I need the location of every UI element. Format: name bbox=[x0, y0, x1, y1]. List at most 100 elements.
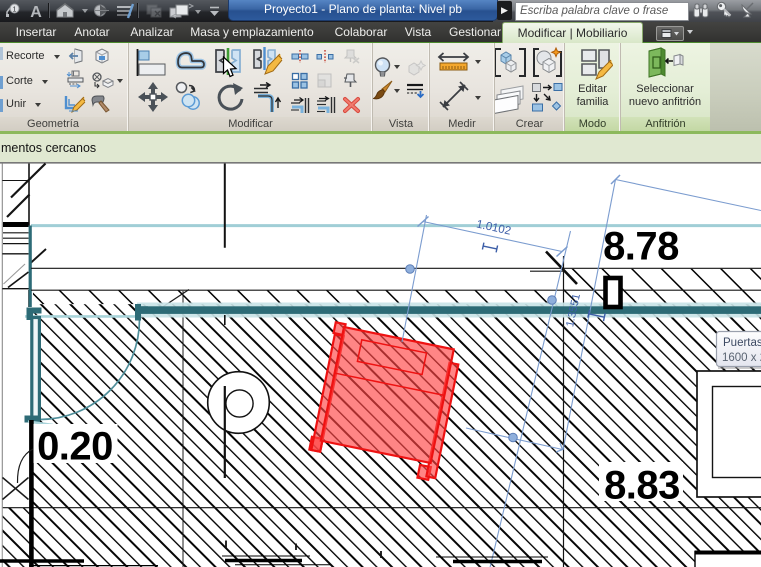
beam-cope-icon[interactable] bbox=[65, 70, 86, 89]
dropdown-arrow-icon[interactable] bbox=[117, 79, 123, 83]
copy-tool-icon[interactable] bbox=[175, 81, 205, 111]
panel-separator bbox=[429, 43, 430, 131]
panel-caption-geometria[interactable]: Geometría bbox=[0, 117, 128, 131]
default-3d-view-icon[interactable] bbox=[55, 2, 89, 19]
wall-end-nub bbox=[139, 306, 148, 311]
align-tool-icon[interactable] bbox=[134, 48, 167, 77]
dropdown-arrow-icon[interactable] bbox=[82, 9, 88, 13]
ribbon-minimize-button[interactable] bbox=[656, 26, 684, 41]
demolish-target-icon[interactable] bbox=[91, 72, 114, 90]
revit-window: 1 A bbox=[0, 0, 761, 567]
dropdown-arrow-icon[interactable] bbox=[475, 60, 481, 64]
panel-separator bbox=[128, 43, 129, 131]
switch-windows-icon[interactable] bbox=[168, 2, 204, 20]
split-with-gap-icon[interactable] bbox=[316, 49, 334, 64]
search-input[interactable]: Escriba palabra clave o frase bbox=[515, 2, 689, 21]
dropdown-arrow-icon[interactable] bbox=[195, 10, 201, 14]
view-lightbulb-icon[interactable] bbox=[374, 57, 391, 79]
edit-profile-icon[interactable] bbox=[64, 94, 87, 114]
dropdown-arrow-icon[interactable] bbox=[35, 103, 41, 107]
create-similar-icon[interactable] bbox=[531, 46, 564, 79]
search-icon[interactable] bbox=[692, 2, 710, 19]
communication-center-icon[interactable] bbox=[740, 1, 757, 18]
dropdown-arrow-icon[interactable] bbox=[54, 55, 60, 59]
tab-colaborar[interactable]: Colaborar bbox=[324, 22, 398, 43]
text-tool-icon[interactable]: A bbox=[28, 3, 44, 19]
pick-new-host-button[interactable]: Seleccionarnuevo anfitrión bbox=[620, 83, 710, 109]
section-marker-icon[interactable] bbox=[93, 3, 110, 18]
attach-hammer-icon[interactable] bbox=[89, 93, 113, 113]
ribbon: Recorte Corte Unir bbox=[0, 43, 761, 131]
insulation-icon[interactable] bbox=[492, 82, 528, 115]
measure-tape-icon[interactable] bbox=[437, 52, 470, 72]
trim-extend-icon[interactable] bbox=[252, 82, 284, 114]
tab-modificar-mobiliario[interactable]: Modificar | Mobiliario bbox=[502, 22, 643, 44]
column-rect[interactable] bbox=[606, 278, 621, 307]
close-hidden-windows-icon[interactable] bbox=[145, 3, 165, 19]
copy-to-clipboard-icon[interactable] bbox=[531, 82, 564, 113]
unir-button[interactable]: Unir bbox=[6, 99, 41, 111]
panel-caption-anfitrion[interactable]: Anfitrión bbox=[621, 117, 710, 131]
dropdown-arrow-icon[interactable] bbox=[42, 80, 48, 84]
delete-icon[interactable] bbox=[342, 96, 361, 114]
edit-family-icon[interactable] bbox=[580, 48, 613, 80]
panel-separator bbox=[564, 43, 565, 131]
move-tool-icon[interactable] bbox=[137, 81, 169, 113]
pin-icon[interactable] bbox=[343, 71, 360, 89]
panel-caption-medir[interactable]: Medir bbox=[430, 117, 494, 131]
paste-geometry-icon[interactable] bbox=[66, 48, 85, 64]
dropdown-arrow-icon[interactable] bbox=[475, 96, 481, 100]
infocenter-expand-button[interactable]: ▶ bbox=[497, 1, 512, 20]
tab-insertar[interactable]: Insertar bbox=[8, 22, 64, 43]
render-icon[interactable] bbox=[406, 59, 426, 76]
dropdown-arrow-icon[interactable] bbox=[394, 89, 400, 93]
dropdown-arrow-icon[interactable] bbox=[394, 65, 400, 69]
corte-icon[interactable] bbox=[0, 76, 3, 89]
spot-text-020[interactable]: 0.20 bbox=[37, 424, 113, 468]
tab-masa-y-emplazamiento[interactable]: Masa y emplazamiento bbox=[182, 22, 322, 43]
panel-caption-modo[interactable]: Modo bbox=[565, 117, 620, 131]
bottom-right-element[interactable] bbox=[697, 371, 761, 497]
thin-lines-icon[interactable] bbox=[115, 3, 135, 19]
floor-plan-view: 8.78 8.83 0.20 bbox=[0, 162, 761, 567]
panel-separator bbox=[620, 43, 621, 131]
ribbon-options-arrow-icon[interactable] bbox=[687, 30, 693, 34]
drawing-area[interactable]: 8.78 8.83 0.20 bbox=[0, 162, 761, 567]
align-multiple-icon[interactable] bbox=[316, 96, 336, 114]
split-element-icon[interactable] bbox=[291, 49, 309, 64]
recorte-icon[interactable] bbox=[0, 47, 3, 60]
modify-tag-icon[interactable]: 1 bbox=[5, 3, 23, 18]
offset-tool-icon[interactable] bbox=[174, 49, 207, 75]
panel-separator bbox=[494, 43, 495, 131]
array-icon[interactable] bbox=[291, 72, 309, 89]
tab-analizar[interactable]: Analizar bbox=[124, 22, 180, 43]
align-end-icon[interactable] bbox=[290, 97, 310, 114]
tab-gestionar[interactable]: Gestionar bbox=[440, 22, 510, 43]
tab-vista[interactable]: Vista bbox=[398, 22, 438, 43]
dimension-value-1[interactable]: 1.0102 bbox=[475, 218, 512, 237]
unir-icon[interactable] bbox=[0, 99, 3, 112]
qat-customize-icon[interactable] bbox=[208, 6, 221, 17]
spot-text-883[interactable]: 8.83 bbox=[604, 464, 680, 508]
recorte-button[interactable]: Recorte bbox=[6, 51, 60, 63]
rotate-tool-icon[interactable] bbox=[215, 81, 244, 113]
mirror-draw-axis-icon[interactable] bbox=[252, 46, 284, 77]
panel-caption-crear[interactable]: Crear bbox=[495, 117, 564, 131]
create-group-icon[interactable] bbox=[493, 47, 527, 78]
panel-caption-modificar[interactable]: Modificar bbox=[129, 117, 372, 131]
mouse-cursor bbox=[221, 56, 238, 79]
panel-caption-vista[interactable]: Vista bbox=[373, 117, 429, 131]
sign-in-key-icon[interactable] bbox=[716, 1, 733, 19]
paintbrush-icon[interactable] bbox=[373, 80, 393, 100]
linework-icon[interactable] bbox=[406, 83, 426, 100]
unpin-icon[interactable] bbox=[342, 48, 361, 64]
measure-between-icon[interactable] bbox=[438, 80, 470, 112]
corte-button[interactable]: Corte bbox=[6, 76, 48, 88]
spot-text-878[interactable]: 8.78 bbox=[603, 224, 679, 268]
search-placeholder: Escriba palabra clave o frase bbox=[516, 3, 688, 19]
edit-family-button[interactable]: Editarfamilia bbox=[565, 83, 620, 109]
pick-new-host-icon[interactable] bbox=[645, 47, 685, 80]
scale-icon[interactable] bbox=[316, 72, 334, 89]
show-geometry-icon[interactable] bbox=[92, 47, 112, 65]
tab-anotar[interactable]: Anotar bbox=[66, 22, 118, 43]
